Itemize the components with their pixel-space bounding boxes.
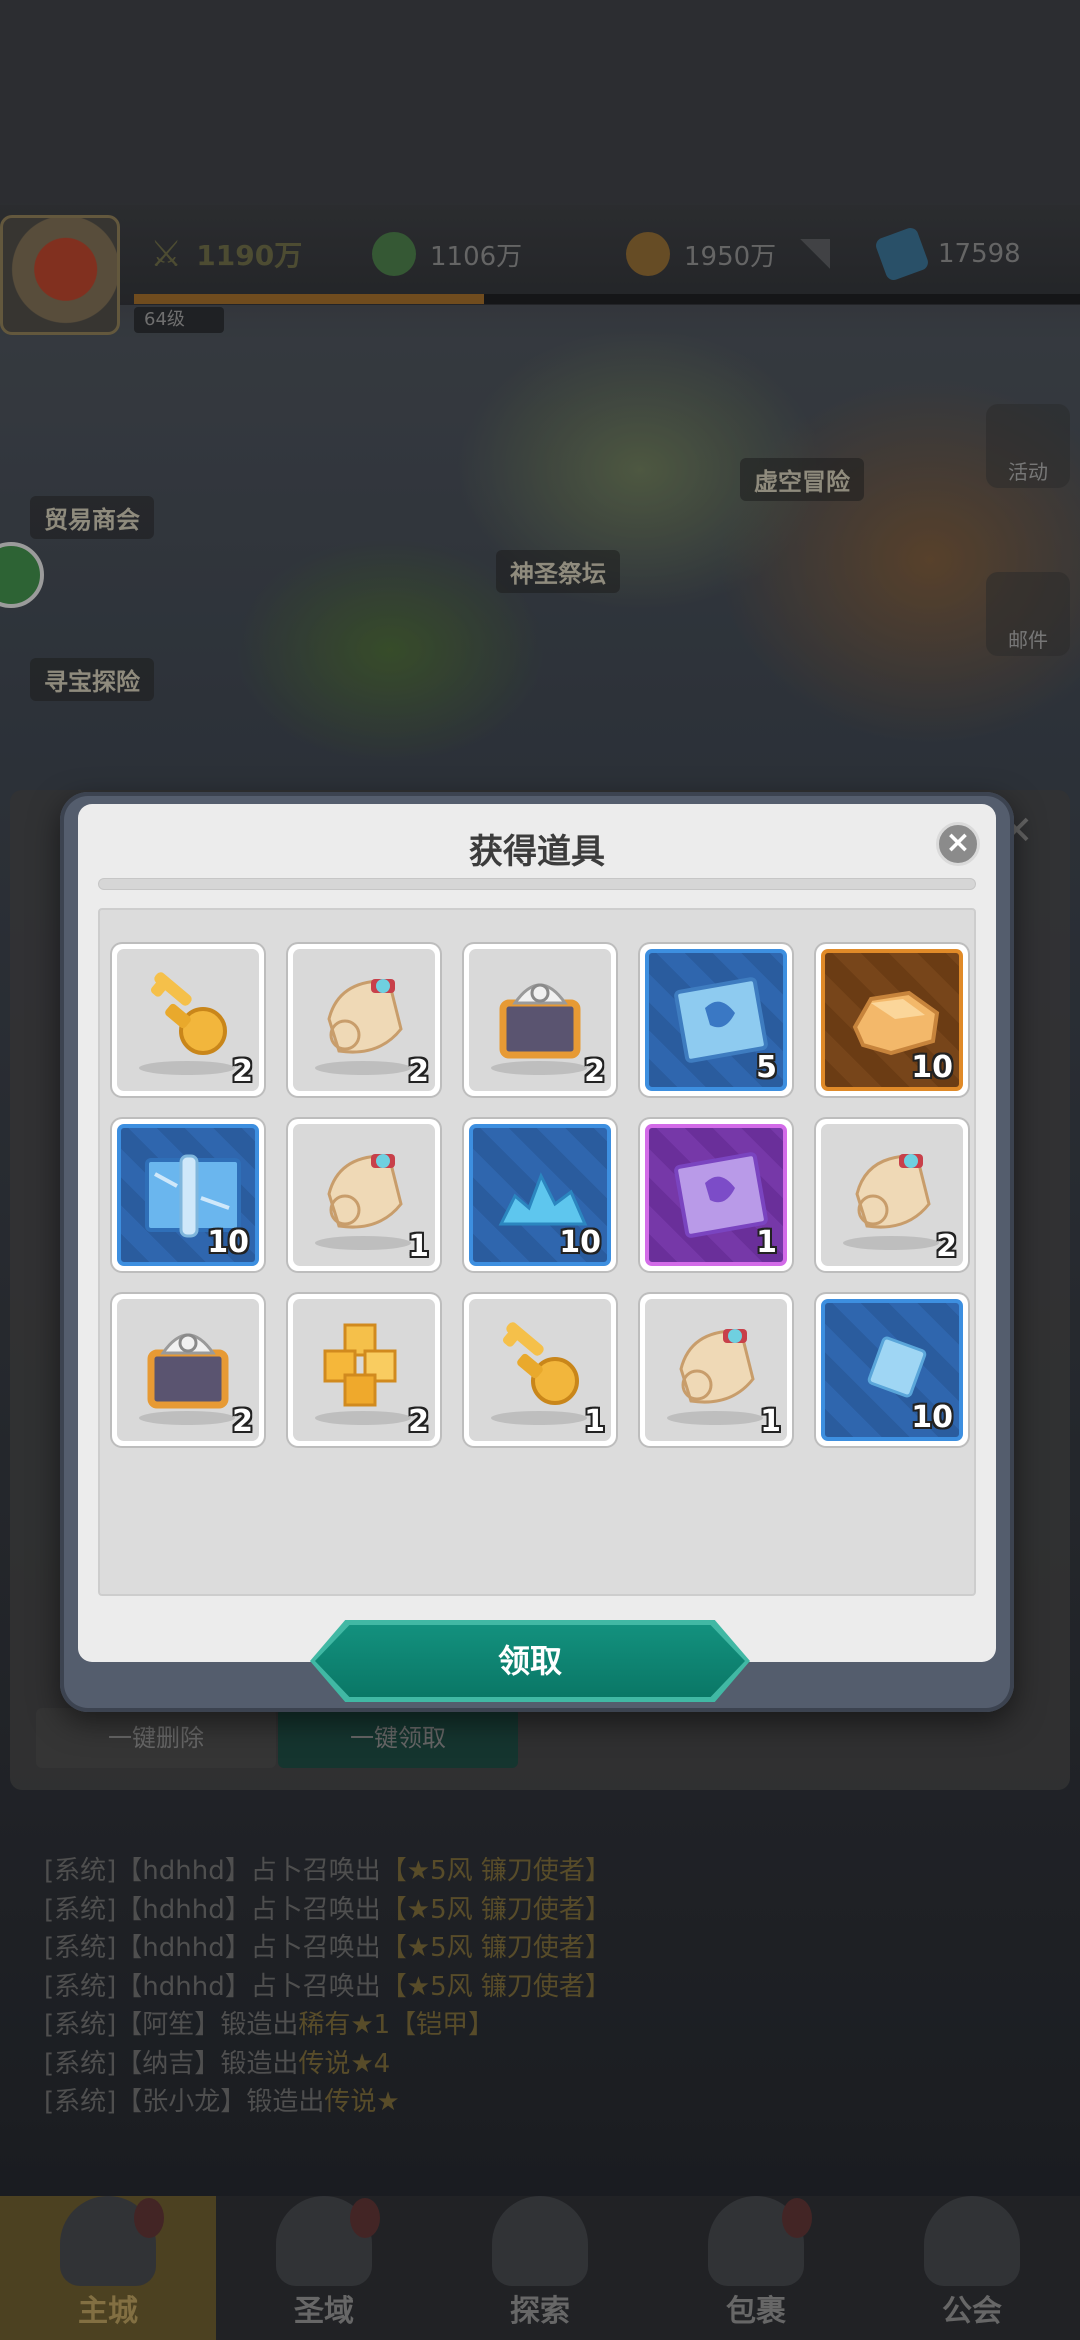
item-count: 2 bbox=[584, 1054, 605, 1089]
reward-item[interactable]: 2 bbox=[112, 1294, 264, 1446]
reward-item-frame: 2 bbox=[117, 1299, 259, 1441]
claim-button[interactable]: 领取 bbox=[310, 1620, 750, 1702]
golden-key-icon bbox=[150, 972, 227, 1055]
close-icon[interactable]: × bbox=[936, 822, 980, 866]
gold-cube-puzzle-icon bbox=[323, 1323, 397, 1407]
reward-item-frame: 10 bbox=[821, 1299, 963, 1441]
item-count: 2 bbox=[232, 1054, 253, 1089]
reward-item[interactable]: 5 bbox=[640, 944, 792, 1096]
reward-item[interactable]: 10 bbox=[112, 1119, 264, 1271]
reward-items-grid: 2 2 2 5 10 10 1 10 1 2 2 2 1 1 10 bbox=[98, 908, 976, 1596]
item-count: 2 bbox=[232, 1404, 253, 1439]
reward-item-frame: 10 bbox=[821, 949, 963, 1091]
item-count: 10 bbox=[207, 1225, 249, 1260]
reward-item-frame: 1 bbox=[293, 1124, 435, 1266]
reward-item[interactable]: 1 bbox=[640, 1294, 792, 1446]
treasure-chest-icon bbox=[147, 1333, 229, 1409]
reward-item[interactable]: 2 bbox=[464, 944, 616, 1096]
scroll-icon bbox=[327, 979, 403, 1054]
reward-item[interactable]: 1 bbox=[288, 1119, 440, 1271]
item-count: 1 bbox=[408, 1229, 429, 1264]
item-count: 5 bbox=[756, 1050, 777, 1085]
treasure-chest-icon bbox=[499, 983, 581, 1059]
reward-item-frame: 10 bbox=[469, 1124, 611, 1266]
reward-item[interactable]: 1 bbox=[640, 1119, 792, 1271]
item-count: 1 bbox=[756, 1225, 777, 1260]
reward-item[interactable]: 10 bbox=[816, 944, 968, 1096]
reward-item[interactable]: 2 bbox=[816, 1119, 968, 1271]
modal-title: 获得道具 bbox=[469, 832, 605, 872]
reward-item-frame: 1 bbox=[469, 1299, 611, 1441]
reward-item[interactable]: 2 bbox=[288, 1294, 440, 1446]
claim-button-label: 领取 bbox=[315, 1625, 745, 1697]
reward-item[interactable]: 2 bbox=[288, 944, 440, 1096]
reward-modal: 获得道具 × 2 2 2 5 10 10 1 10 1 2 2 2 1 1 10 bbox=[78, 804, 996, 1662]
item-count: 1 bbox=[760, 1404, 781, 1439]
reward-item[interactable]: 10 bbox=[464, 1119, 616, 1271]
item-count: 2 bbox=[408, 1404, 429, 1439]
reward-item-frame: 2 bbox=[469, 949, 611, 1091]
reward-item-frame: 2 bbox=[293, 1299, 435, 1441]
item-count: 2 bbox=[936, 1229, 957, 1264]
reward-item-frame: 10 bbox=[117, 1124, 259, 1266]
reward-item-frame: 2 bbox=[293, 949, 435, 1091]
reward-item-frame: 5 bbox=[645, 949, 787, 1091]
reward-item[interactable]: 1 bbox=[464, 1294, 616, 1446]
scroll-icon bbox=[327, 1154, 403, 1229]
reward-item-frame: 2 bbox=[821, 1124, 963, 1266]
reward-item[interactable]: 10 bbox=[816, 1294, 968, 1446]
item-count: 10 bbox=[559, 1225, 601, 1260]
scroll-icon bbox=[679, 1329, 755, 1404]
item-count: 10 bbox=[911, 1050, 953, 1085]
scroll-icon bbox=[855, 1154, 931, 1229]
divider bbox=[98, 878, 976, 890]
reward-item-frame: 1 bbox=[645, 1299, 787, 1441]
item-count: 10 bbox=[911, 1400, 953, 1435]
golden-key-icon bbox=[502, 1322, 579, 1405]
reward-item-frame: 2 bbox=[117, 949, 259, 1091]
reward-item[interactable]: 2 bbox=[112, 944, 264, 1096]
reward-item-frame: 1 bbox=[645, 1124, 787, 1266]
item-count: 1 bbox=[584, 1404, 605, 1439]
item-count: 2 bbox=[408, 1054, 429, 1089]
